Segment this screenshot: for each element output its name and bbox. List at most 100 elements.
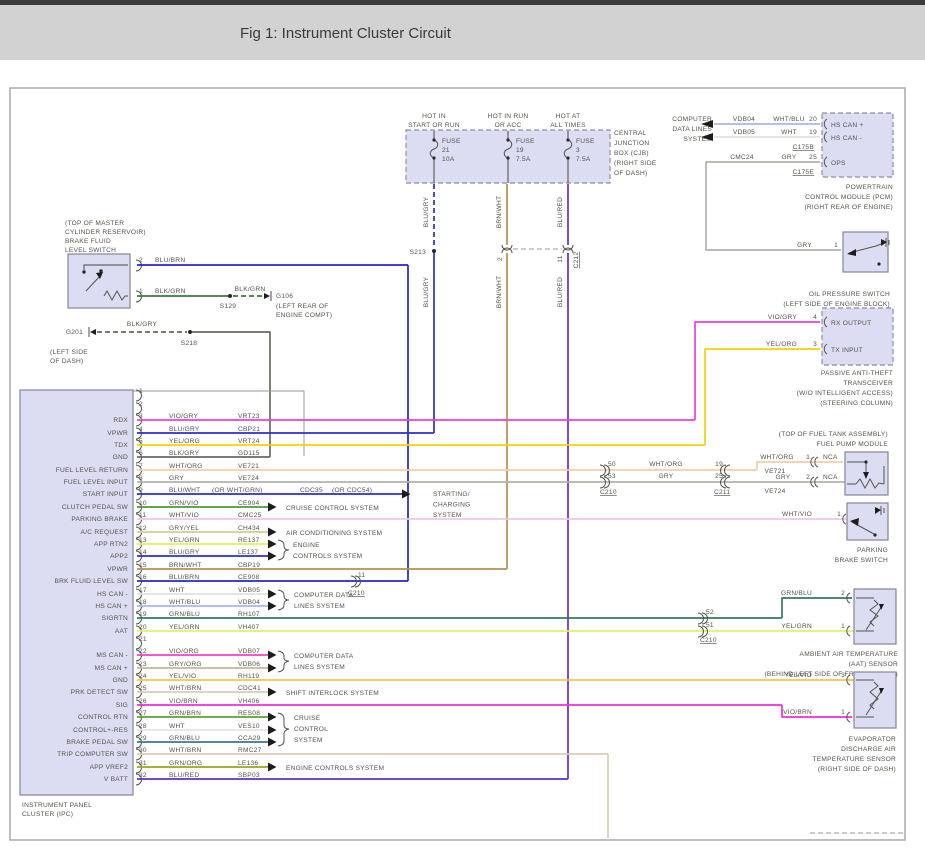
brake-fluid-switch-box — [68, 254, 130, 308]
wire-color-label: WHT/ORG — [760, 454, 794, 461]
ipc-pin-label: SIGRTN — [102, 615, 128, 622]
connector-pin: 1 — [806, 454, 810, 461]
ipc-pin-label: TDX — [114, 442, 128, 449]
pin-function-label: HS CAN - — [831, 135, 862, 142]
splice-s129 — [228, 294, 232, 298]
wire-color-label: GRN/BLU — [781, 590, 812, 597]
circuit-code-label: CBP21 — [238, 426, 260, 433]
ipc-pin-label: AAT — [115, 628, 128, 635]
wire-color-label: GRN/BLU — [169, 611, 200, 618]
connector-label: C212 — [573, 252, 580, 269]
pin-number: 31 — [139, 760, 147, 767]
circuit-code-label: VDB04 — [238, 599, 260, 606]
circuit-code-label: CE908 — [238, 574, 259, 581]
connector-label: C210 — [600, 489, 617, 496]
connector-pin: 1 — [841, 709, 845, 716]
wire-color-label: VIO/ORG — [169, 648, 199, 655]
ipc-pin-label: A/C REQUEST — [81, 529, 128, 536]
circuit-code-label: VH406 — [238, 698, 259, 705]
connector-pin: 11 — [358, 572, 365, 579]
circuit-code-label: VDB06 — [238, 661, 260, 668]
pin-number: 28 — [139, 723, 147, 730]
pin-number: 19 — [139, 611, 147, 618]
pin-function-label: NCA — [823, 474, 838, 481]
circuit-code-label: CE904 — [238, 500, 259, 507]
circuit-code-label: CH434 — [238, 525, 260, 532]
circuit-code-label: RE137 — [238, 537, 259, 544]
circuit-code-label: VH407 — [238, 624, 259, 631]
oil-switch-box — [843, 232, 888, 272]
connector-pin: 3 — [813, 341, 817, 348]
circuit-code-label: CDC35 — [300, 487, 323, 494]
connector-pin: 1 — [834, 242, 838, 249]
wire-color-label: WHT/BLU — [773, 116, 804, 123]
circuit-code-label: CBP19 — [238, 562, 260, 569]
wire-color-label: WHT/VIO — [169, 512, 199, 519]
ipc-pin-label: PRK DETECT SW — [71, 689, 129, 696]
wire-color-label: GRY/YEL — [169, 525, 199, 532]
wire-color-label: YEL/ORG — [766, 341, 797, 348]
wire-color-label: WHT/ORG — [649, 461, 683, 468]
wire-color-label: BRN/WHT — [496, 196, 503, 229]
ipc-pin-label: VPWR — [107, 430, 128, 437]
wire-color-label: YEL/GRN — [169, 624, 200, 631]
circuit-code-label: VE724 — [764, 488, 785, 495]
wire-color-label: BLK/GRY — [127, 321, 158, 328]
pin-number: 26 — [139, 698, 147, 705]
pin-number: 1 — [139, 388, 143, 395]
pin-number: 23 — [139, 661, 147, 668]
wire-color-label: VIO/GRY — [169, 413, 198, 420]
wire-color-label: BLU/RED — [557, 277, 564, 307]
wire-color-label: YEL/ORG — [169, 438, 200, 445]
wire-color-label: BLU/GRY — [423, 196, 430, 227]
connector-pin: 20 — [809, 116, 817, 123]
wire-color-label: BRN/WHT — [169, 562, 202, 569]
ipc-pin-label: APP RTN2 — [94, 541, 128, 548]
connector-pin: 2 — [139, 257, 143, 264]
connector-pin: 2 — [497, 257, 504, 261]
ipc-pin-label: VPWR — [107, 566, 128, 573]
connector-label: C175B — [793, 144, 815, 151]
circuit-code-label: RES08 — [238, 710, 260, 717]
ipc-pin-label: SIG — [116, 702, 128, 709]
pin-number: 18 — [139, 599, 147, 606]
circuit-code-label: VDB07 — [238, 648, 260, 655]
splice-label: S129 — [220, 303, 236, 310]
pin-number: 14 — [139, 549, 147, 556]
wire-color-label: YEL/VIO — [169, 673, 196, 680]
wire-color-label: BLU/GRY — [169, 549, 200, 556]
ipc-pin-label: CONTROL RTN — [78, 714, 128, 721]
ipc-pin-label: APP2 — [110, 553, 128, 560]
wire-color-label: BLK/GRN — [235, 286, 266, 293]
wire-color-label: BLU/WHT — [169, 487, 200, 494]
ipc-pin-label: FUEL LEVEL RETURN — [56, 467, 128, 474]
wire-color-label: BLK/GRY — [169, 450, 200, 457]
circuit-code-label: CCA29 — [238, 735, 261, 742]
connector-pin: 19 — [809, 129, 817, 136]
ipc-pin-label: MS CAN - — [96, 652, 128, 659]
pin-number: 25 — [139, 685, 147, 692]
circuit-code-label: VRT23 — [238, 413, 260, 420]
connector-label: C210 — [700, 637, 717, 644]
wire-color-label: GRN/ORG — [169, 760, 202, 767]
circuit-code-label: CMC24 — [730, 154, 754, 161]
wire-color-label: (OR WHT/GRN) — [212, 487, 263, 494]
wire-color-label: WHT — [169, 587, 185, 594]
connector-pin: 1 — [841, 623, 845, 630]
ipc-pin-label: APP VREF2 — [90, 764, 128, 771]
circuit-code-label: RH107 — [238, 611, 260, 618]
pin-function-label: RX OUTPUT — [831, 320, 871, 327]
wire-color-label: BLU/BRN — [169, 574, 199, 581]
pin-number: 29 — [139, 735, 147, 742]
connector-pin: 4 — [813, 314, 817, 321]
circuit-code-label: CMC25 — [238, 512, 262, 519]
circuit-code-label: CDC41 — [238, 685, 261, 692]
pin-number: 11 — [139, 512, 146, 519]
connector-pin: 25 — [715, 473, 723, 480]
wire-color-label: GRY — [782, 154, 797, 161]
wire-color-label: GRY — [659, 473, 674, 480]
pin-number: 30 — [139, 747, 147, 754]
connector-pin: 3 — [841, 672, 845, 679]
connector-pin: 53 — [608, 473, 616, 480]
wire-color-label: GRN/VIO — [169, 500, 199, 507]
